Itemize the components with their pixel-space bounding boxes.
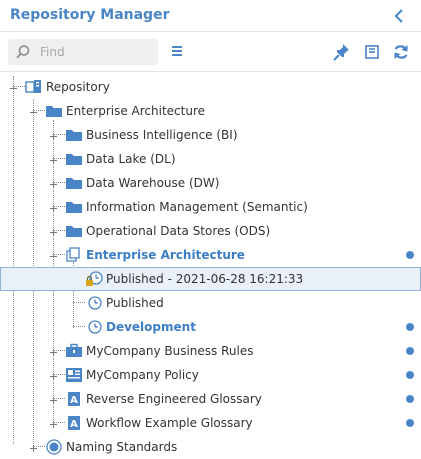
glossary-icon: A — [65, 391, 83, 407]
expand-toggle[interactable] — [49, 346, 58, 356]
clock-icon — [87, 319, 105, 335]
status-indicator — [406, 323, 414, 331]
expand-toggle[interactable] — [49, 418, 58, 428]
panel-header: Repository Manager — [0, 0, 421, 32]
repository-manager-panel: Repository Manager Find Repository Enter… — [0, 0, 421, 456]
tree-node-label: Enterprise Architecture — [66, 104, 206, 118]
refresh-icon[interactable] — [391, 42, 411, 62]
tree-node-business-rules[interactable]: MyCompany Business Rules — [0, 339, 421, 363]
status-indicator — [406, 251, 414, 259]
svg-text:A: A — [70, 419, 78, 430]
tree-node-development[interactable]: Development — [0, 315, 421, 339]
tree-node-folder[interactable]: Data Warehouse (DW) — [0, 171, 421, 195]
tree-node-label: Repository — [46, 80, 110, 94]
expand-toggle[interactable] — [49, 370, 58, 380]
tree-node-label: Development — [106, 320, 196, 334]
search-icon — [15, 44, 31, 63]
tree-node-label: Business Intelligence (BI) — [86, 128, 238, 142]
tree-node-label: Information Management (Semantic) — [86, 200, 308, 214]
status-indicator — [406, 371, 414, 379]
expand-toggle[interactable] — [49, 178, 58, 188]
policy-icon — [65, 367, 83, 383]
clock-icon — [87, 295, 105, 311]
collapse-all-icon[interactable] — [362, 42, 382, 62]
tree-node-label: Data Lake (DL) — [86, 152, 176, 166]
tree-node-folder[interactable]: Business Intelligence (BI) — [0, 123, 421, 147]
folder-icon — [65, 199, 83, 215]
folder-icon — [65, 175, 83, 191]
collapse-toggle[interactable] — [9, 82, 18, 91]
tree-node-repository[interactable]: Repository — [0, 75, 421, 99]
tree-node-glossary[interactable]: A Reverse Engineered Glossary — [0, 387, 421, 411]
tree-node-naming-standards[interactable]: Naming Standards — [0, 435, 421, 459]
pin-icon[interactable] — [332, 42, 352, 62]
menu-icon[interactable] — [168, 42, 188, 62]
tree-node-label: Data Warehouse (DW) — [86, 176, 220, 190]
expand-toggle[interactable] — [49, 154, 58, 164]
tree-node-label: Enterprise Architecture — [86, 248, 245, 262]
tree-node-folder[interactable]: Information Management (Semantic) — [0, 195, 421, 219]
tree-node-folder[interactable]: Operational Data Stores (ODS) — [0, 219, 421, 243]
glossary-icon: A — [65, 415, 83, 431]
tree-node-published[interactable]: Published — [0, 291, 421, 315]
status-indicator — [406, 419, 414, 427]
repository-tree: Repository Enterprise Architecture Busin… — [0, 72, 421, 456]
toolbar — [0, 32, 421, 72]
tree-node-glossary[interactable]: A Workflow Example Glossary — [0, 411, 421, 435]
model-icon — [65, 247, 83, 263]
expand-toggle[interactable] — [49, 130, 58, 140]
expand-toggle[interactable] — [49, 226, 58, 236]
search-box — [8, 39, 158, 65]
tree-node-label: MyCompany Policy — [86, 368, 199, 382]
tree-node-published-version[interactable]: Published - 2021-06-28 16:21:33 — [0, 267, 421, 291]
expand-toggle[interactable] — [29, 442, 38, 452]
panel-title: Repository Manager — [10, 7, 170, 23]
search-input[interactable] — [38, 43, 153, 61]
tree-node-label: Workflow Example Glossary — [86, 416, 253, 430]
repository-icon — [25, 79, 43, 95]
naming-standards-icon — [45, 439, 63, 455]
svg-text:A: A — [70, 395, 78, 406]
folder-icon — [65, 151, 83, 167]
tree-node-label: Published — [106, 296, 164, 310]
tree-node-label: Reverse Engineered Glossary — [86, 392, 262, 406]
chevron-left-icon[interactable] — [391, 6, 409, 26]
tree-node-label: MyCompany Business Rules — [86, 344, 254, 358]
collapse-toggle[interactable] — [29, 106, 38, 115]
status-indicator — [406, 347, 414, 355]
briefcase-icon — [65, 343, 83, 359]
tree-node-policy[interactable]: MyCompany Policy — [0, 363, 421, 387]
folder-icon — [65, 223, 83, 239]
tree-node-enterprise-architecture-model[interactable]: Enterprise Architecture — [0, 243, 421, 267]
expand-toggle[interactable] — [49, 202, 58, 212]
status-indicator — [406, 395, 414, 403]
locked-clock-icon — [84, 271, 103, 287]
folder-icon — [65, 127, 83, 143]
tree-node-label: Operational Data Stores (ODS) — [86, 224, 271, 238]
tree-node-enterprise-architecture-folder[interactable]: Enterprise Architecture — [0, 99, 421, 123]
tree-node-label: Naming Standards — [66, 440, 178, 454]
tree-node-label: Published - 2021-06-28 16:21:33 — [106, 272, 304, 286]
expand-toggle[interactable] — [49, 394, 58, 404]
collapse-toggle[interactable] — [49, 250, 58, 259]
folder-icon — [45, 103, 63, 119]
tree-node-folder[interactable]: Data Lake (DL) — [0, 147, 421, 171]
